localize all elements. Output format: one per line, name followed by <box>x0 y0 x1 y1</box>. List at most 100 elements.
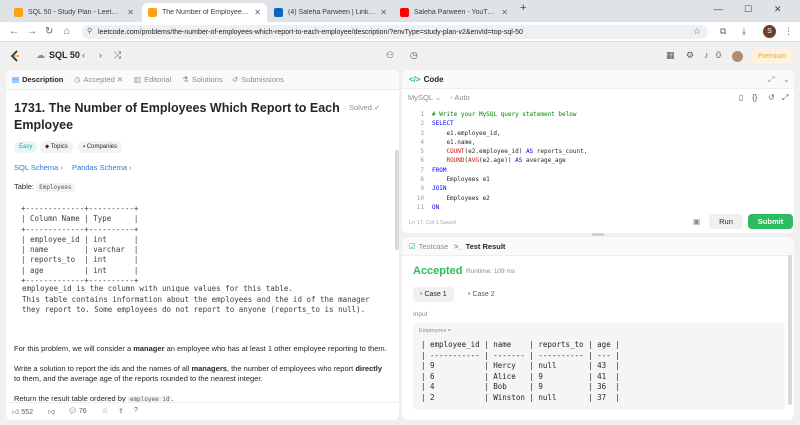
layout-icon[interactable]: ▦ <box>666 50 675 61</box>
format-code-icon[interactable]: {} <box>752 93 757 102</box>
fullscreen-icon[interactable]: ⤢ <box>782 93 788 103</box>
comment-icon: 💬︎ <box>68 408 77 415</box>
tab-description[interactable]: ▤ Description <box>12 75 63 84</box>
browser-tab-problem[interactable]: The Number of Employees Whi... ✕ <box>142 3 267 22</box>
streak-count[interactable]: 0 <box>716 50 721 60</box>
maximize-icon[interactable]: ☐ <box>744 4 752 15</box>
problem-title: 1731. The Number of Employees Which Repo… <box>14 101 340 132</box>
line-number: 2 <box>420 120 424 128</box>
test-panel-scrollbar[interactable] <box>788 255 792 405</box>
user-avatar[interactable] <box>732 51 743 62</box>
study-plan-icon[interactable]: ☁ <box>36 50 45 61</box>
like-button[interactable]: 👍︎ 552 <box>12 407 33 416</box>
next-problem-icon[interactable]: › <box>99 50 102 60</box>
settings-gear-icon[interactable]: ⚙ <box>686 50 694 61</box>
dislike-icon[interactable]: 👎︎ <box>48 407 55 416</box>
difficulty-badge[interactable]: Easy <box>14 141 38 153</box>
maximize-panel-icon[interactable]: ⤢ <box>768 75 774 85</box>
auto-mode[interactable]: ▫ Auto <box>450 93 470 102</box>
forward-icon[interactable]: → <box>27 26 37 37</box>
download-icon[interactable]: ⤓ <box>742 26 746 37</box>
browser-tab-youtube[interactable]: Saleha Parween - YouTube ✕ <box>394 3 514 22</box>
case-2-tab[interactable]: • Case 2 <box>461 287 502 302</box>
tab-solutions[interactable]: ⚗ Solutions <box>182 75 223 84</box>
comments-button[interactable]: 💬︎ 76 <box>68 407 87 415</box>
code-brackets-icon: </> <box>409 75 421 84</box>
profile-avatar[interactable]: S <box>763 25 776 38</box>
new-tab-button[interactable]: + <box>520 2 526 14</box>
close-tab-icon[interactable]: ✕ <box>501 8 508 17</box>
description-footer: 👍︎ 552 👎︎ 💬︎ 76 ☆ ⇪ ? <box>6 402 399 420</box>
favorite-star-icon[interactable]: ☆ <box>102 407 108 415</box>
reset-code-icon[interactable]: ↺ <box>768 93 775 102</box>
panel-resize-handle[interactable] <box>592 233 604 236</box>
submit-button[interactable]: Submit <box>748 214 793 229</box>
thumbs-up-icon: 👍︎ <box>12 409 20 416</box>
result-status: Accepted <box>413 265 463 277</box>
line-number: 10 <box>416 194 424 202</box>
extensions-icon[interactable]: ⧉ <box>720 26 726 37</box>
bookmark-star-icon[interactable]: ☆ <box>693 26 701 37</box>
home-icon[interactable]: ⌂ <box>64 26 70 37</box>
site-info-icon[interactable]: ⚲ <box>87 27 92 35</box>
leetcode-topbar: ☁ SQL 50 ‹ › ⤮ ⚇ ◷ ▦ ⚙ ♪ 0 Premium <box>0 42 800 70</box>
sql-schema-link[interactable]: SQL Schema › <box>14 163 63 172</box>
pandas-schema-link[interactable]: Pandas Schema › <box>72 163 132 172</box>
line-number: 11 <box>416 203 424 211</box>
description-panel: ▤ Description ◷ Accepted ✕ ▥ Editorial ⚗ Sol… <box>6 70 399 420</box>
language-select[interactable]: MySQL ⌄ <box>408 93 441 102</box>
browser-menu-icon[interactable]: ⋮ <box>784 26 793 37</box>
minimize-icon[interactable]: — <box>714 4 723 14</box>
timer-icon[interactable]: ◷ <box>410 50 418 61</box>
sql-editor[interactable]: # Write your MySQL query statement below… <box>432 110 587 212</box>
collapse-panel-icon[interactable]: ⌄ <box>783 75 790 84</box>
browser-tab-title: The Number of Employees Whi... <box>162 9 250 16</box>
history-icon: ◷ <box>74 75 81 84</box>
url-field[interactable]: ⚲ leetcode.com/problems/the-number-of-em… <box>82 25 708 39</box>
linkedin-favicon-icon <box>274 8 283 17</box>
back-icon[interactable]: ← <box>9 26 19 37</box>
reload-icon[interactable]: ↻ <box>45 26 53 37</box>
tab-editorial[interactable]: ▥ Editorial <box>134 75 171 84</box>
line-number: 5 <box>420 148 424 156</box>
line-number: 8 <box>420 176 424 184</box>
test-tabs: ☑ Testcase >_ Test Result <box>402 237 794 256</box>
bookmark-icon[interactable]: ▯ <box>739 93 743 102</box>
prev-problem-icon[interactable]: ‹ <box>82 50 85 60</box>
debug-icon[interactable]: ⚇ <box>386 50 394 61</box>
browser-tab-title: (4) Saleha Parween | LinkedIn <box>288 9 377 16</box>
premium-button[interactable]: Premium <box>751 49 794 64</box>
topics-button[interactable]: ⬥ Topics <box>40 141 73 153</box>
notifications-icon[interactable]: ♪ <box>704 50 709 60</box>
line-number: 7 <box>420 166 424 174</box>
tab-test-result[interactable]: >_ Test Result <box>454 242 505 251</box>
study-plan-title[interactable]: SQL 50 <box>49 50 80 60</box>
close-tab-icon[interactable]: ✕ <box>380 8 387 17</box>
line-number: 3 <box>420 129 424 137</box>
help-icon[interactable]: ? <box>134 407 138 414</box>
case-1-tab[interactable]: • Case 1 <box>413 287 454 302</box>
line-number: 9 <box>420 185 424 193</box>
run-button[interactable]: Run <box>709 214 743 229</box>
input-label: Input <box>413 311 428 318</box>
companies-button[interactable]: ▪ Companies <box>78 141 123 153</box>
tab-submissions[interactable]: ↺ Submissions <box>232 75 284 84</box>
share-icon[interactable]: ⇪ <box>118 407 124 415</box>
browser-tab-sql50[interactable]: SQL 50 - Study Plan - LeetCode ✕ <box>8 3 140 22</box>
description-scrollbar[interactable] <box>395 150 399 250</box>
clipboard-icon[interactable]: ▣ <box>693 217 701 226</box>
close-tab-icon[interactable]: ✕ <box>254 8 261 17</box>
browser-tab-linkedin[interactable]: (4) Saleha Parween | LinkedIn ✕ <box>268 3 393 22</box>
tab-accepted[interactable]: ◷ Accepted ✕ <box>74 75 123 84</box>
close-window-icon[interactable]: ✕ <box>774 4 782 15</box>
leetcode-logo-icon[interactable] <box>9 50 21 62</box>
pass-dot-icon: • <box>420 291 423 298</box>
leetcode-favicon-icon <box>14 8 23 17</box>
test-panel: ☑ Testcase >_ Test Result Accepted Runtime… <box>402 237 794 420</box>
code-title: </> Code <box>409 75 444 84</box>
tab-testcase[interactable]: ☑ Testcase <box>409 242 448 251</box>
line-number: 6 <box>420 157 424 165</box>
close-tab-icon[interactable]: ✕ <box>127 8 134 17</box>
shuffle-icon[interactable]: ⤮ <box>114 50 121 61</box>
line-numbers: 1 2 3 4 5 6 7 8 9 10 11 <box>407 110 424 212</box>
